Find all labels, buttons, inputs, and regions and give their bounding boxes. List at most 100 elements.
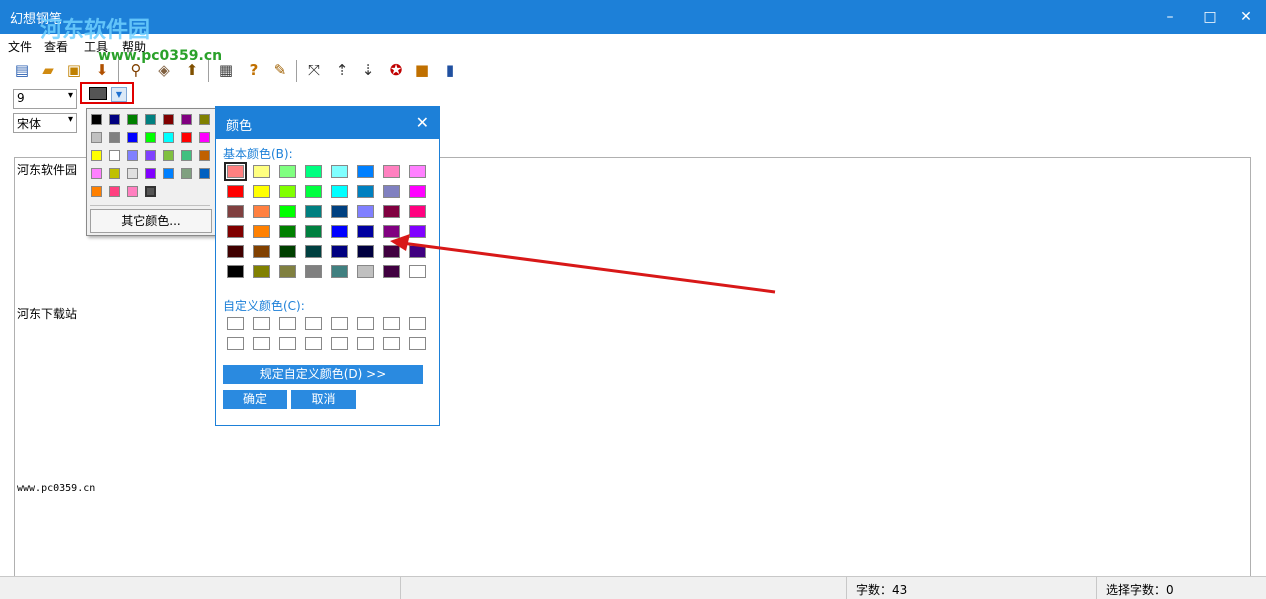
custom-color-swatch[interactable] [331, 337, 348, 350]
stop-badge-icon[interactable]: ✪ [386, 60, 406, 80]
basic-color-swatch[interactable] [279, 245, 296, 258]
basic-color-swatch[interactable] [227, 245, 244, 258]
palette-color-swatch[interactable] [145, 150, 156, 161]
palette-color-swatch[interactable] [91, 186, 102, 197]
cancel-button[interactable]: 取消 [291, 390, 356, 409]
menu-file[interactable]: 文件 [8, 38, 32, 55]
basic-color-swatch[interactable] [279, 265, 296, 278]
basic-color-swatch[interactable] [253, 245, 270, 258]
basic-color-swatch[interactable] [383, 245, 400, 258]
basic-color-swatch[interactable] [409, 265, 426, 278]
save-as-icon[interactable]: ⬇ [92, 60, 112, 80]
palette-color-swatch[interactable] [91, 168, 102, 179]
basic-color-swatch[interactable] [409, 205, 426, 218]
export-icon[interactable]: ⬆ [182, 60, 202, 80]
basic-color-swatch[interactable] [357, 265, 374, 278]
basic-color-swatch[interactable] [253, 225, 270, 238]
basic-color-swatch[interactable] [305, 245, 322, 258]
basic-color-swatch[interactable] [383, 185, 400, 198]
basic-color-swatch[interactable] [383, 165, 400, 178]
close-button[interactable]: ✕ [1226, 6, 1266, 28]
download-b-icon[interactable]: ⇣ [358, 60, 378, 80]
custom-color-swatch[interactable] [253, 337, 270, 350]
custom-color-swatch[interactable] [279, 337, 296, 350]
basic-color-swatch[interactable] [357, 225, 374, 238]
custom-color-swatch[interactable] [357, 337, 374, 350]
palette-color-swatch[interactable] [109, 132, 120, 143]
close-icon[interactable]: ✕ [416, 113, 429, 132]
basic-color-swatch[interactable] [305, 165, 322, 178]
chart-bars-icon[interactable]: ▮ [440, 60, 460, 80]
palette-color-swatch[interactable] [127, 150, 138, 161]
basic-color-swatch[interactable] [383, 225, 400, 238]
basic-color-swatch[interactable] [409, 245, 426, 258]
custom-color-swatch[interactable] [253, 317, 270, 330]
palette-color-swatch[interactable] [181, 114, 192, 125]
download-a-icon[interactable]: ⇡ [332, 60, 352, 80]
custom-color-swatch[interactable] [279, 317, 296, 330]
basic-color-swatch[interactable] [305, 265, 322, 278]
ok-button[interactable]: 确定 [223, 390, 287, 409]
palette-color-swatch[interactable] [181, 168, 192, 179]
custom-color-swatch[interactable] [383, 317, 400, 330]
palette-color-swatch[interactable] [145, 168, 156, 179]
palette-color-swatch[interactable] [181, 132, 192, 143]
palette-color-swatch[interactable] [163, 168, 174, 179]
palette-color-swatch[interactable] [109, 150, 120, 161]
custom-color-swatch[interactable] [409, 317, 426, 330]
basic-color-swatch[interactable] [227, 265, 244, 278]
palette-color-swatch[interactable] [181, 150, 192, 161]
palette-color-swatch[interactable] [109, 114, 120, 125]
palette-color-swatch[interactable] [199, 114, 210, 125]
palette-color-swatch[interactable] [145, 132, 156, 143]
minimize-button[interactable]: – [1150, 6, 1190, 28]
palette-color-swatch[interactable] [127, 114, 138, 125]
palette-color-swatch[interactable] [109, 168, 120, 179]
calendar-icon[interactable]: ▦ [216, 60, 236, 80]
basic-color-swatch[interactable] [357, 185, 374, 198]
basic-color-swatch[interactable] [279, 205, 296, 218]
lock-icon[interactable]: ■ [412, 60, 432, 80]
settings-wrench-icon[interactable]: ✎ [270, 60, 290, 80]
palette-color-swatch[interactable] [199, 132, 210, 143]
basic-color-swatch[interactable] [331, 205, 348, 218]
find-icon[interactable]: ⚲ [126, 60, 146, 80]
palette-color-swatch[interactable] [127, 132, 138, 143]
basic-color-swatch[interactable] [305, 225, 322, 238]
custom-color-swatch[interactable] [227, 317, 244, 330]
basic-color-swatch[interactable] [383, 265, 400, 278]
basic-color-swatch[interactable] [253, 205, 270, 218]
package-icon[interactable]: ◈ [154, 60, 174, 80]
basic-color-swatch[interactable] [409, 185, 426, 198]
custom-color-swatch[interactable] [331, 317, 348, 330]
custom-color-swatch[interactable] [409, 337, 426, 350]
chevron-down-icon[interactable]: ▼ [111, 87, 127, 102]
palette-color-swatch[interactable] [91, 132, 102, 143]
maximize-button[interactable]: □ [1190, 6, 1230, 28]
basic-color-swatch[interactable] [357, 245, 374, 258]
palette-color-swatch[interactable] [163, 132, 174, 143]
palette-color-swatch[interactable] [145, 114, 156, 125]
basic-color-swatch[interactable] [331, 225, 348, 238]
palette-color-swatch[interactable] [127, 186, 138, 197]
help-question-icon[interactable]: ? [244, 60, 264, 80]
palette-color-swatch[interactable] [199, 150, 210, 161]
custom-color-swatch[interactable] [305, 317, 322, 330]
basic-color-swatch[interactable] [331, 265, 348, 278]
font-name-select[interactable]: 宋体 ▾ [13, 113, 77, 133]
basic-color-swatch[interactable] [331, 185, 348, 198]
font-size-select[interactable]: 9 ▾ [13, 89, 77, 109]
text-color-button[interactable]: ▼ [80, 82, 134, 104]
basic-color-swatch[interactable] [224, 162, 247, 181]
menu-view[interactable]: 查看 [44, 38, 68, 55]
palette-color-swatch[interactable] [163, 150, 174, 161]
more-colors-button[interactable]: 其它颜色... [90, 209, 212, 233]
palette-color-swatch[interactable] [91, 114, 102, 125]
basic-color-swatch[interactable] [331, 245, 348, 258]
custom-color-swatch[interactable] [357, 317, 374, 330]
basic-color-swatch[interactable] [357, 205, 374, 218]
define-custom-colors-button[interactable]: 规定自定义颜色(D) >> [223, 365, 423, 384]
custom-color-swatch[interactable] [227, 337, 244, 350]
palette-color-swatch[interactable] [163, 114, 174, 125]
open-folder-icon[interactable]: ▰ [38, 60, 58, 80]
